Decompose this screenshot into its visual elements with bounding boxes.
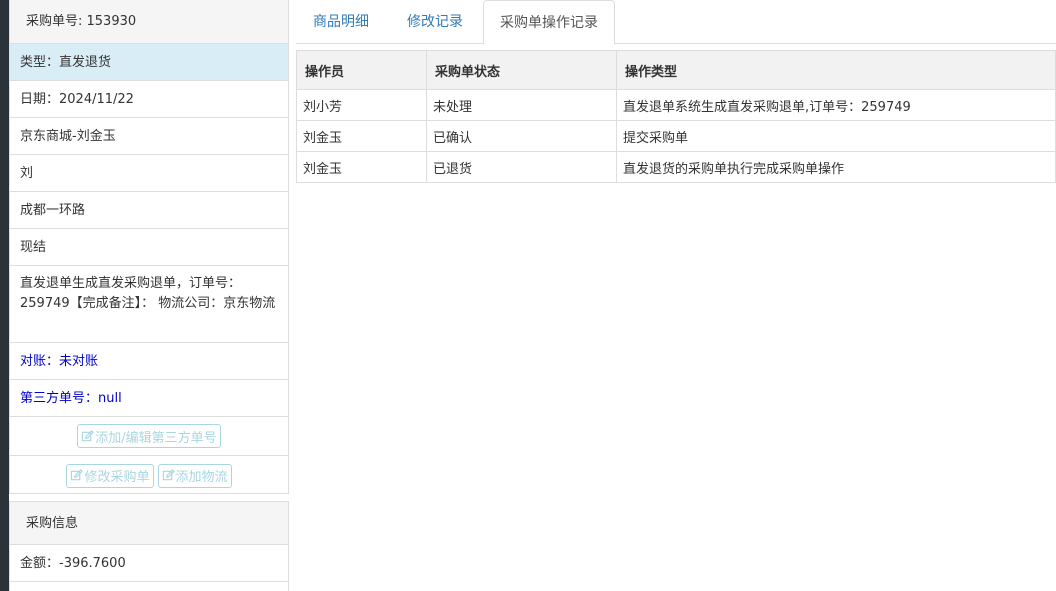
status-cell: 已确认 bbox=[426, 120, 617, 152]
order-settlement-item: 现结 bbox=[10, 229, 288, 266]
edit-third-party-label: 添加/编辑第三方单号 bbox=[95, 430, 217, 446]
operator-cell: 刘金玉 bbox=[296, 151, 427, 183]
order-number-heading: 采购单号: 153930 bbox=[10, 0, 288, 44]
order-date-item: 日期：2024/11/22 bbox=[10, 81, 288, 118]
add-logistics-button[interactable]: 添加物流 bbox=[157, 463, 232, 488]
status-cell: 未处理 bbox=[426, 89, 617, 121]
third-party-button-row: 添加/编辑第三方单号 bbox=[10, 417, 288, 456]
operation-type-cell: 直发退货的采购单执行完成采购单操作 bbox=[616, 151, 1056, 183]
table-header-row: 操作员 采购单状态 操作类型 bbox=[296, 50, 1056, 90]
table-row: 刘小芳 未处理 直发退单系统生成直发采购退单,订单号：259749 bbox=[296, 89, 1056, 121]
order-third-party-item: 第三方单号：null bbox=[10, 380, 288, 417]
order-remark-item: 直发退单生成直发采购退单，订单号：259749【完成备注】： 物流公司：京东物流 bbox=[10, 266, 288, 343]
add-logistics-label: 添加物流 bbox=[175, 470, 228, 485]
order-type-value: 直发退货 bbox=[59, 55, 112, 70]
tab-product-details[interactable]: 商品明细 bbox=[296, 0, 386, 44]
operation-log-table: 操作员 采购单状态 操作类型 刘小芳 未处理 直发退单系统生成直发采购退单,订单… bbox=[296, 50, 1056, 183]
operator-cell: 刘金玉 bbox=[296, 120, 427, 152]
table-row: 刘金玉 已退货 直发退货的采购单执行完成采购单操作 bbox=[296, 151, 1056, 183]
edit-icon bbox=[162, 469, 175, 481]
edit-third-party-button[interactable]: 添加/编辑第三方单号 bbox=[77, 424, 221, 448]
detail-area: 商品明细 修改记录 采购单操作记录 操作员 采购单状态 操作类型 刘小芳 未处理… bbox=[296, 0, 1056, 591]
status-cell: 已退货 bbox=[426, 151, 617, 183]
modify-order-button[interactable]: 修改采购单 bbox=[66, 463, 154, 488]
operation-type-cell: 直发退单系统生成直发采购退单,订单号：259749 bbox=[616, 89, 1056, 121]
operator-cell: 刘小芳 bbox=[296, 89, 427, 121]
detail-tabs: 商品明细 修改记录 采购单操作记录 bbox=[296, 0, 1056, 45]
order-contact-item: 刘 bbox=[10, 155, 288, 192]
purchase-info-panel: 采购信息 金额：-396.7600 bbox=[9, 501, 289, 591]
table-row: 刘金玉 已确认 提交采购单 bbox=[296, 120, 1056, 152]
order-store-item: 京东商城-刘金玉 bbox=[10, 118, 288, 155]
window-edge-strip bbox=[0, 0, 9, 591]
edit-icon bbox=[82, 429, 95, 441]
order-action-button-row: 修改采购单 添加物流 bbox=[10, 456, 288, 495]
order-type-label: 类型： bbox=[20, 55, 60, 70]
order-reconcile-item: 对账：未对账 bbox=[10, 343, 288, 380]
modify-order-label: 修改采购单 bbox=[84, 470, 150, 485]
tab-modification-log[interactable]: 修改记录 bbox=[391, 0, 479, 44]
purchase-info-heading: 采购信息 bbox=[10, 502, 288, 545]
operation-type-cell: 提交采购单 bbox=[616, 120, 1056, 152]
edit-icon bbox=[71, 469, 84, 481]
purchase-amount-item: 金额：-396.7600 bbox=[10, 545, 288, 582]
column-header-status: 采购单状态 bbox=[426, 50, 617, 90]
column-header-operator: 操作员 bbox=[296, 50, 427, 90]
order-address-item: 成都一环路 bbox=[10, 192, 288, 229]
order-type-item: 类型：直发退货 bbox=[10, 44, 288, 81]
column-header-operation-type: 操作类型 bbox=[616, 50, 1056, 90]
tab-operation-log[interactable]: 采购单操作记录 bbox=[483, 0, 615, 45]
order-summary-panel: 采购单号: 153930 类型：直发退货 日期：2024/11/22 京东商城-… bbox=[9, 0, 289, 494]
